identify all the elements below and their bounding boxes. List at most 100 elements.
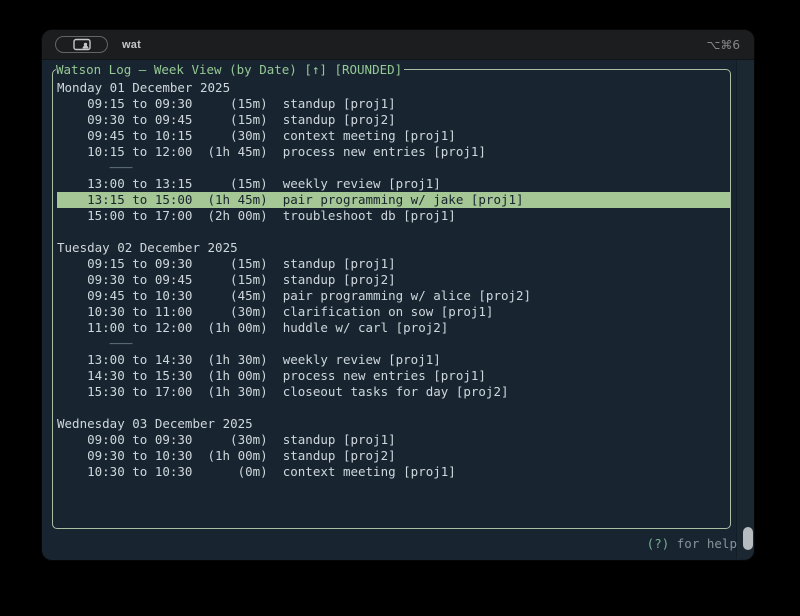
entry-description: standup [proj2] xyxy=(268,272,396,288)
log-entry[interactable]: 10:30 to 10:30(0m)context meeting [proj1… xyxy=(57,464,730,480)
watson-log-panel: Watson Log – Week View (by Date) [↑] [RO… xyxy=(52,69,731,529)
entry-time-range: 10:30 to 11:00 xyxy=(87,304,192,320)
entry-duration: (1h 30m) xyxy=(192,384,267,400)
entry-time-range: 09:30 to 09:45 xyxy=(87,272,192,288)
entry-description: context meeting [proj1] xyxy=(268,464,456,480)
log-rows: Monday 01 December 202509:15 to 09:30(15… xyxy=(53,70,730,480)
desktop-background: { "window": { "tab_title": "wat", "short… xyxy=(0,0,800,616)
separator-dashes: ─── xyxy=(110,336,133,352)
tab-shortcut-badge: ⌥⌘6 xyxy=(707,38,740,52)
entry-time-range: 09:30 to 09:45 xyxy=(87,112,192,128)
entry-description: process new entries [proj1] xyxy=(268,368,486,384)
lunch-gap-separator: ─── xyxy=(57,336,730,352)
entry-description: pair programming w/ alice [proj2] xyxy=(268,288,531,304)
log-entry[interactable]: 15:00 to 17:00(2h 00m)troubleshoot db [p… xyxy=(57,208,730,224)
screen-share-icon xyxy=(72,38,92,51)
entry-duration: (1h 45m) xyxy=(192,144,267,160)
entry-duration: (0m) xyxy=(192,464,267,480)
entry-time-range: 09:15 to 09:30 xyxy=(87,256,192,272)
entry-description: context meeting [proj1] xyxy=(268,128,456,144)
entry-duration: (1h 00m) xyxy=(192,368,267,384)
blank-row xyxy=(57,400,730,416)
log-entry[interactable]: 09:30 to 10:30(1h 00m)standup [proj2] xyxy=(57,448,730,464)
entry-indent xyxy=(57,256,87,272)
entry-indent xyxy=(57,448,87,464)
terminal-tab[interactable] xyxy=(55,36,108,53)
entry-indent xyxy=(57,368,87,384)
entry-duration: (45m) xyxy=(192,288,267,304)
entry-duration: (15m) xyxy=(192,96,267,112)
entry-duration: (2h 00m) xyxy=(192,208,267,224)
log-entry[interactable]: 09:30 to 09:45(15m)standup [proj2] xyxy=(57,112,730,128)
log-entry[interactable]: 09:00 to 09:30(30m)standup [proj1] xyxy=(57,432,730,448)
day-date: Tuesday 02 December 2025 xyxy=(57,240,238,256)
entry-indent xyxy=(57,288,87,304)
log-entry[interactable]: 11:00 to 12:00(1h 00m)huddle w/ carl [pr… xyxy=(57,320,730,336)
entry-indent xyxy=(57,320,87,336)
entry-time-range: 09:45 to 10:15 xyxy=(87,128,192,144)
entry-time-range: 09:45 to 10:30 xyxy=(87,288,192,304)
entry-time-range: 14:30 to 15:30 xyxy=(87,368,192,384)
entry-description: closeout tasks for day [proj2] xyxy=(268,384,509,400)
day-header: Wednesday 03 December 2025 xyxy=(57,416,730,432)
entry-duration: (15m) xyxy=(192,272,267,288)
entry-duration: (15m) xyxy=(192,112,267,128)
entry-time-range: 13:15 to 15:00 xyxy=(87,192,192,208)
log-entry[interactable]: 10:30 to 11:00(30m)clarification on sow … xyxy=(57,304,730,320)
log-entry[interactable]: 15:30 to 17:00(1h 30m)closeout tasks for… xyxy=(57,384,730,400)
blank-row xyxy=(57,224,730,240)
log-entry[interactable]: 10:15 to 12:00(1h 45m)process new entrie… xyxy=(57,144,730,160)
day-date: Wednesday 03 December 2025 xyxy=(57,416,253,432)
entry-description: standup [proj2] xyxy=(268,448,396,464)
entry-indent xyxy=(57,176,87,192)
log-entry[interactable]: 09:45 to 10:30(45m)pair programming w/ a… xyxy=(57,288,730,304)
log-entry[interactable]: 09:15 to 09:30(15m)standup [proj1] xyxy=(57,256,730,272)
entry-description: huddle w/ carl [proj2] xyxy=(268,320,449,336)
entry-time-range: 15:00 to 17:00 xyxy=(87,208,192,224)
entry-indent xyxy=(57,128,87,144)
log-entry[interactable]: 09:30 to 09:45(15m)standup [proj2] xyxy=(57,272,730,288)
day-header: Monday 01 December 2025 xyxy=(57,80,730,96)
scrollbar-track[interactable] xyxy=(736,60,754,559)
terminal-window: wat ⌥⌘6 Watson Log – Week View (by Date)… xyxy=(42,30,754,560)
scrollbar-thumb[interactable] xyxy=(743,527,753,550)
entry-description: standup [proj1] xyxy=(268,96,396,112)
entry-indent xyxy=(57,464,87,480)
day-date: Monday 01 December 2025 xyxy=(57,80,230,96)
entry-description: troubleshoot db [proj1] xyxy=(268,208,456,224)
entry-indent xyxy=(57,352,87,368)
log-entry[interactable]: 09:45 to 10:15(30m)context meeting [proj… xyxy=(57,128,730,144)
entry-time-range: 10:15 to 12:00 xyxy=(87,144,192,160)
entry-description: standup [proj2] xyxy=(268,112,396,128)
log-entry[interactable]: 14:30 to 15:30(1h 00m)process new entrie… xyxy=(57,368,730,384)
entry-indent xyxy=(57,144,87,160)
log-entry[interactable]: 13:00 to 13:15(15m)weekly review [proj1] xyxy=(57,176,730,192)
entry-time-range: 10:30 to 10:30 xyxy=(87,464,192,480)
help-key: (?) xyxy=(647,536,670,551)
entry-description: standup [proj1] xyxy=(268,432,396,448)
entry-indent xyxy=(57,192,87,208)
entry-time-range: 15:30 to 17:00 xyxy=(87,384,192,400)
panel-title: Watson Log – Week View (by Date) [↑] [RO… xyxy=(56,62,404,78)
log-entry-selected[interactable]: 13:15 to 15:00(1h 45m)pair programming w… xyxy=(57,192,730,208)
entry-description: weekly review [proj1] xyxy=(268,352,441,368)
entry-duration: (15m) xyxy=(192,256,267,272)
window-title: wat xyxy=(122,39,141,51)
entry-time-range: 13:00 to 13:15 xyxy=(87,176,192,192)
separator-dashes: ─── xyxy=(110,160,133,176)
entry-description: pair programming w/ jake [proj1] xyxy=(268,192,524,208)
entry-duration: (1h 45m) xyxy=(192,192,267,208)
entry-duration: (1h 00m) xyxy=(192,320,267,336)
entry-description: weekly review [proj1] xyxy=(268,176,441,192)
entry-indent xyxy=(57,432,87,448)
entry-duration: (1h 30m) xyxy=(192,352,267,368)
log-entry[interactable]: 09:15 to 09:30(15m)standup [proj1] xyxy=(57,96,730,112)
day-header: Tuesday 02 December 2025 xyxy=(57,240,730,256)
entry-duration: (15m) xyxy=(192,176,267,192)
entry-indent xyxy=(57,272,87,288)
help-label: for help xyxy=(677,536,737,551)
log-entry[interactable]: 13:00 to 14:30(1h 30m)weekly review [pro… xyxy=(57,352,730,368)
entry-description: clarification on sow [proj1] xyxy=(268,304,494,320)
titlebar[interactable]: wat ⌥⌘6 xyxy=(42,30,754,60)
entry-indent xyxy=(57,96,87,112)
